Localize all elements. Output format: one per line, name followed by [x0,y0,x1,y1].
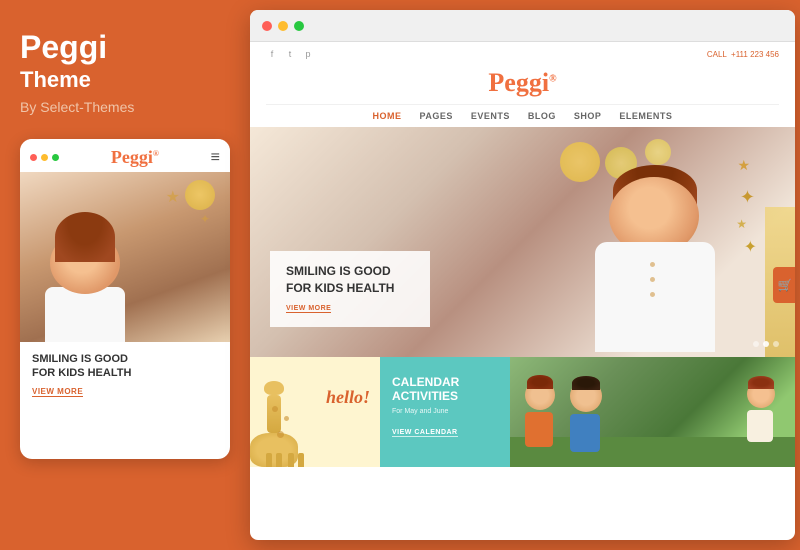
twitter-icon[interactable]: t [284,48,296,60]
mobile-hero-image: ★ ✦ [20,172,230,342]
browser-toolbar [250,10,795,42]
mobile-toolbar: Peggi® ≡ [20,139,230,172]
hero-slider-dots [753,341,779,347]
star-2: ✦ [740,187,755,208]
browser-dot-green[interactable] [294,21,304,31]
call-label: CALL [707,50,727,59]
baby-shirt [595,242,715,352]
star-3: ★ [736,217,747,231]
thumb-hello-card[interactable]: hello! [250,357,380,467]
calendar-link[interactable]: VIEW CALENDAR [392,429,458,437]
mobile-view-more[interactable]: VIEW MORE [32,387,83,397]
mobile-menu-icon[interactable]: ≡ [211,149,220,167]
by-line: By Select-Themes [20,99,228,115]
nav-elements[interactable]: ELEMENTS [619,111,672,121]
left-panel: Peggi Theme By Select-Themes Peggi® ≡ [0,0,248,550]
hello-text: hello! [326,387,370,408]
kid-1 [525,380,555,447]
giraffe-neck [267,395,281,433]
mobile-dot-red [30,154,37,161]
browser-dot-red[interactable] [262,21,272,31]
decoration-circle [185,180,215,210]
mobile-dot-green [52,154,59,161]
phone-number: +111 223 456 [731,50,779,59]
thumb-calendar-card[interactable]: CALENDAR ACTIVITIES For May and June VIE… [380,357,510,467]
nav-home[interactable]: HOME [373,111,402,121]
giraffe-illustration [262,381,298,467]
cart-button[interactable]: 🛒 [773,267,795,303]
kid-3 [747,380,775,442]
star-decoration: ★ [166,187,180,207]
hero-dot-1[interactable] [753,341,759,347]
calendar-title: CALENDAR ACTIVITIES [392,375,498,404]
thumbnails-row: hello! CALENDAR ACTIVITIES For May and J… [250,357,795,467]
site-top-bar: f t p CALL +111 223 456 [266,48,779,64]
facebook-icon[interactable]: f [266,48,278,60]
giraffe-head [264,381,284,395]
site-nav: HOME PAGES EVENTS BLOG SHOP ELEMENTS [266,104,779,127]
mobile-hero-title: SMILING IS GOOD FOR KIDS HEALTH [32,352,218,381]
calendar-subtitle: For May and June [392,408,498,415]
hero-section: ★ ✦ ★ ✦ SMILING IS GOOD FOR KIDS HEALTH … [250,127,795,357]
hero-dot-2[interactable] [763,341,769,347]
mobile-hero-card: SMILING IS GOOD FOR KIDS HEALTH VIEW MOR… [20,342,230,405]
hero-dot-3[interactable] [773,341,779,347]
browser-mockup: f t p CALL +111 223 456 Peggi® HOME PAGE… [250,10,795,540]
star-decoration-2: ✦ [200,212,210,226]
theme-title: Peggi [20,30,228,65]
mobile-window-dots [30,154,59,161]
site-logo[interactable]: Peggi® [488,68,556,97]
thumb-kids-card[interactable] [510,357,795,467]
nav-events[interactable]: EVENTS [471,111,510,121]
pinterest-icon[interactable]: p [302,48,314,60]
pom-decoration-3 [645,139,671,165]
nav-blog[interactable]: BLOG [528,111,556,121]
hero-view-more[interactable]: VIEW MORE [286,305,331,313]
mobile-logo: Peggi® [111,147,159,168]
kid-2 [570,380,602,452]
hero-baby-illustration: ★ ✦ ★ ✦ [555,137,755,357]
star-4: ✦ [744,237,757,257]
nav-pages[interactable]: PAGES [420,111,453,121]
nav-shop[interactable]: SHOP [574,111,602,121]
cart-icon: 🛒 [778,278,793,292]
pom-decoration-1 [560,142,600,182]
hero-content-card: SMILING IS GOOD FOR KIDS HEALTH VIEW MOR… [270,251,430,327]
baby-figure [45,202,125,342]
calendar-content: CALENDAR ACTIVITIES For May and June VIE… [380,357,510,449]
star-1: ★ [737,157,750,174]
mobile-mockup: Peggi® ≡ ★ ✦ SMILING IS GOOD FOR KIDS HE… [20,139,230,459]
hero-title: SMILING IS GOOD FOR KIDS HEALTH [286,263,414,297]
site-header: f t p CALL +111 223 456 Peggi® HOME PAGE… [250,42,795,127]
theme-label: Theme [20,67,228,93]
mobile-dot-yellow [41,154,48,161]
call-info: CALL +111 223 456 [707,50,779,59]
site-logo-row: Peggi® [266,64,779,104]
social-icons: f t p [266,48,314,60]
browser-dot-yellow[interactable] [278,21,288,31]
